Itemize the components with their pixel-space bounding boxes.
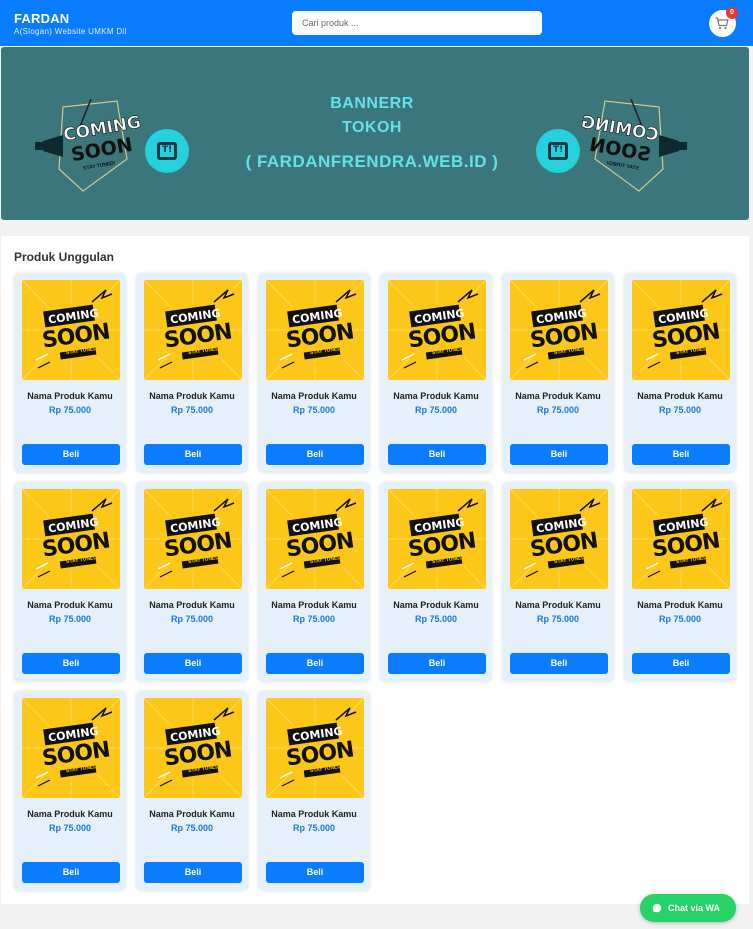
product-card[interactable]: COMING SOON STAY TUNED! Nama Produk Kamu Rp …: [258, 482, 370, 682]
product-name[interactable]: Nama Produk Kamu: [14, 600, 126, 610]
product-card[interactable]: COMING SOON STAY TUNED! Nama Produk Kamu Rp …: [624, 273, 736, 473]
product-image[interactable]: COMING SOON STAY TUNED!: [22, 280, 120, 380]
product-name[interactable]: Nama Produk Kamu: [136, 391, 248, 401]
buy-button[interactable]: Beli: [266, 862, 364, 883]
product-price: Rp 75.000: [658, 405, 702, 415]
product-image[interactable]: COMING SOON STAY TUNED!: [510, 280, 608, 380]
site-header: FARDAN A(Slogan) Website UMKM Dll 0: [0, 0, 753, 46]
product-name[interactable]: Nama Produk Kamu: [502, 391, 614, 401]
product-image[interactable]: COMING SOON STAY TUNED!: [388, 280, 486, 380]
product-name[interactable]: Nama Produk Kamu: [14, 809, 126, 819]
buy-button[interactable]: Beli: [22, 444, 120, 465]
cart-button[interactable]: 0: [709, 7, 738, 37]
product-name[interactable]: Nama Produk Kamu: [380, 600, 492, 610]
buy-button[interactable]: Beli: [388, 444, 486, 465]
product-card[interactable]: COMING SOON STAY TUNED! Nama Produk Kamu Rp …: [14, 482, 126, 682]
buy-button[interactable]: Beli: [144, 862, 242, 883]
product-price: Rp 75.000: [170, 405, 214, 415]
coming-soon-badge-left: COMING SOON STAY TUNED!: [31, 98, 143, 200]
featured-products-section: Produk Unggulan COMING SOON STAY TUNED! Nam…: [1, 236, 749, 904]
buy-button[interactable]: Beli: [22, 653, 120, 674]
store-logo-icon-right: T!: [536, 129, 580, 173]
product-name[interactable]: Nama Produk Kamu: [380, 391, 492, 401]
product-image[interactable]: COMING SOON STAY TUNED!: [632, 280, 730, 380]
product-price: Rp 75.000: [536, 405, 580, 415]
product-price: Rp 75.000: [48, 614, 92, 624]
coming-soon-badge-right: COMING SOON STAY TUNED!: [579, 98, 691, 200]
product-name[interactable]: Nama Produk Kamu: [258, 600, 370, 610]
product-name[interactable]: Nama Produk Kamu: [258, 391, 370, 401]
buy-button[interactable]: Beli: [632, 653, 730, 674]
brand-title[interactable]: FARDAN: [14, 11, 127, 26]
buy-button[interactable]: Beli: [144, 444, 242, 465]
product-price: Rp 75.000: [292, 823, 336, 833]
product-image[interactable]: COMING SOON STAY TUNED!: [632, 489, 730, 589]
whatsapp-icon: [652, 903, 662, 913]
buy-button[interactable]: Beli: [22, 862, 120, 883]
whatsapp-label: Chat via WA: [668, 903, 721, 913]
hero-banner: COMING SOON STAY TUNED! T! BANNERR TOKOH…: [1, 47, 749, 220]
product-name[interactable]: Nama Produk Kamu: [258, 809, 370, 819]
buy-button[interactable]: Beli: [510, 653, 608, 674]
buy-button[interactable]: Beli: [388, 653, 486, 674]
product-price: Rp 75.000: [414, 614, 458, 624]
product-price: Rp 75.000: [658, 614, 702, 624]
brand[interactable]: FARDAN A(Slogan) Website UMKM Dll: [14, 11, 127, 36]
product-image[interactable]: COMING SOON STAY TUNED!: [388, 489, 486, 589]
product-price: Rp 75.000: [48, 823, 92, 833]
product-name[interactable]: Nama Produk Kamu: [624, 391, 736, 401]
product-image[interactable]: COMING SOON STAY TUNED!: [266, 280, 364, 380]
product-image[interactable]: COMING SOON STAY TUNED!: [510, 489, 608, 589]
product-card[interactable]: COMING SOON STAY TUNED! Nama Produk Kamu Rp …: [136, 482, 248, 682]
product-image[interactable]: COMING SOON STAY TUNED!: [22, 698, 120, 798]
product-image[interactable]: COMING SOON STAY TUNED!: [144, 489, 242, 589]
whatsapp-chat-button[interactable]: Chat via WA: [640, 894, 736, 922]
cart-count-badge: 0: [726, 7, 738, 19]
product-card[interactable]: COMING SOON STAY TUNED! Nama Produk Kamu Rp …: [502, 273, 614, 473]
product-card[interactable]: COMING SOON STAY TUNED! Nama Produk Kamu Rp …: [258, 691, 370, 891]
product-price: Rp 75.000: [170, 614, 214, 624]
product-card[interactable]: COMING SOON STAY TUNED! Nama Produk Kamu Rp …: [258, 273, 370, 473]
product-card[interactable]: COMING SOON STAY TUNED! Nama Produk Kamu Rp …: [380, 273, 492, 473]
product-price: Rp 75.000: [170, 823, 214, 833]
buy-button[interactable]: Beli: [632, 444, 730, 465]
product-price: Rp 75.000: [414, 405, 458, 415]
product-card[interactable]: COMING SOON STAY TUNED! Nama Produk Kamu Rp …: [14, 691, 126, 891]
section-title: Produk Unggulan: [14, 250, 114, 264]
product-price: Rp 75.000: [292, 405, 336, 415]
product-card[interactable]: COMING SOON STAY TUNED! Nama Produk Kamu Rp …: [502, 482, 614, 682]
product-name[interactable]: Nama Produk Kamu: [502, 600, 614, 610]
product-image[interactable]: COMING SOON STAY TUNED!: [144, 698, 242, 798]
buy-button[interactable]: Beli: [144, 653, 242, 674]
product-card[interactable]: COMING SOON STAY TUNED! Nama Produk Kamu Rp …: [136, 691, 248, 891]
buy-button[interactable]: Beli: [510, 444, 608, 465]
product-card[interactable]: COMING SOON STAY TUNED! Nama Produk Kamu Rp …: [624, 482, 736, 682]
product-name[interactable]: Nama Produk Kamu: [14, 391, 126, 401]
brand-slogan: A(Slogan) Website UMKM Dll: [14, 27, 127, 36]
product-image[interactable]: COMING SOON STAY TUNED!: [144, 280, 242, 380]
product-image[interactable]: COMING SOON STAY TUNED!: [22, 489, 120, 589]
product-card[interactable]: COMING SOON STAY TUNED! Nama Produk Kamu Rp …: [136, 273, 248, 473]
product-price: Rp 75.000: [536, 614, 580, 624]
search-input[interactable]: [292, 11, 542, 35]
product-card[interactable]: COMING SOON STAY TUNED! Nama Produk Kamu Rp …: [380, 482, 492, 682]
product-image[interactable]: COMING SOON STAY TUNED!: [266, 489, 364, 589]
product-name[interactable]: Nama Produk Kamu: [624, 600, 736, 610]
product-card[interactable]: COMING SOON STAY TUNED! Nama Produk Kamu Rp …: [14, 273, 126, 473]
product-price: Rp 75.000: [48, 405, 92, 415]
cart-icon: [715, 17, 729, 30]
product-name[interactable]: Nama Produk Kamu: [136, 600, 248, 610]
product-name[interactable]: Nama Produk Kamu: [136, 809, 248, 819]
buy-button[interactable]: Beli: [266, 653, 364, 674]
product-price: Rp 75.000: [292, 614, 336, 624]
buy-button[interactable]: Beli: [266, 444, 364, 465]
product-image[interactable]: COMING SOON STAY TUNED!: [266, 698, 364, 798]
